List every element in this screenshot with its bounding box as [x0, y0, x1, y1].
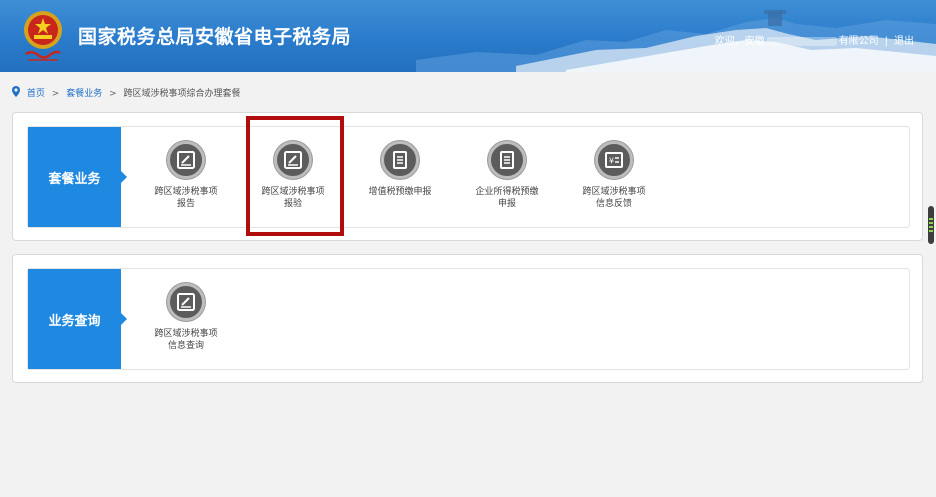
separator: | [884, 36, 888, 47]
package-business-panel: 套餐业务 跨区域涉税事项 报告 跨区域涉税事项 报验 增值税预缴申报 企业所得税预缴… [12, 112, 923, 241]
item-cross-region-feedback[interactable]: ¥ 跨区域涉税事项 信息反馈 [564, 141, 664, 210]
package-business-box: 套餐业务 跨区域涉税事项 报告 跨区域涉税事项 报验 增值税预缴申报 企业所得税预缴… [27, 126, 910, 228]
item-cit-prepayment-declaration[interactable]: 企业所得税预缴 申报 [457, 141, 557, 210]
item-label: 跨区域涉税事项 报告 [154, 187, 218, 209]
company-suffix: 有限公司 [838, 36, 879, 47]
item-label: 增值税预缴申报 [368, 187, 432, 197]
scrollbar-thumb[interactable] [928, 206, 934, 244]
document-icon [381, 141, 419, 179]
item-label: 跨区域涉税事项 信息查询 [154, 329, 218, 351]
category-label-package-business: 套餐业务 [28, 127, 127, 227]
edit-icon [167, 283, 205, 321]
business-query-panel: 业务查询 跨区域涉税事项 信息查询 [12, 254, 923, 383]
location-pin-icon [12, 86, 20, 100]
site-header: 国家税务总局安徽省电子税务局 欢迎，安徽 有限公司 | 退出 [0, 0, 936, 72]
breadcrumb-section-link[interactable]: 套餐业务 [66, 89, 102, 99]
svg-text:¥: ¥ [609, 157, 614, 166]
business-query-box: 业务查询 跨区域涉税事项 信息查询 [27, 268, 910, 370]
breadcrumb-separator: > [109, 89, 117, 99]
breadcrumb: 首页 > 套餐业务 > 跨区域涉税事项综合办理套餐 [12, 86, 241, 100]
breadcrumb-separator: > [51, 89, 60, 99]
site-title: 国家税务总局安徽省电子税务局 [78, 26, 352, 48]
category-label-business-query: 业务查询 [28, 269, 127, 369]
item-vat-prepayment-declaration[interactable]: 增值税预缴申报 [350, 141, 450, 198]
yen-icon: ¥ [595, 141, 633, 179]
breadcrumb-current: 跨区域涉税事项综合办理套餐 [123, 89, 241, 99]
edit-icon [167, 141, 205, 179]
logout-link[interactable]: 退出 [894, 32, 914, 47]
item-cross-region-info-query[interactable]: 跨区域涉税事项 信息查询 [136, 283, 236, 352]
user-bar: 欢迎，安徽 有限公司 | 退出 [715, 32, 914, 47]
document-icon [488, 141, 526, 179]
national-emblem-logo [24, 11, 62, 61]
item-label: 企业所得税预缴 申报 [475, 187, 539, 209]
selection-highlight-box [246, 116, 344, 236]
redacted-company-name [766, 36, 837, 46]
welcome-text: 欢迎，安徽 [714, 36, 765, 47]
item-cross-region-report[interactable]: 跨区域涉税事项 报告 [136, 141, 236, 210]
item-label: 跨区域涉税事项 信息反馈 [582, 187, 646, 209]
breadcrumb-home-link[interactable]: 首页 [27, 89, 45, 99]
